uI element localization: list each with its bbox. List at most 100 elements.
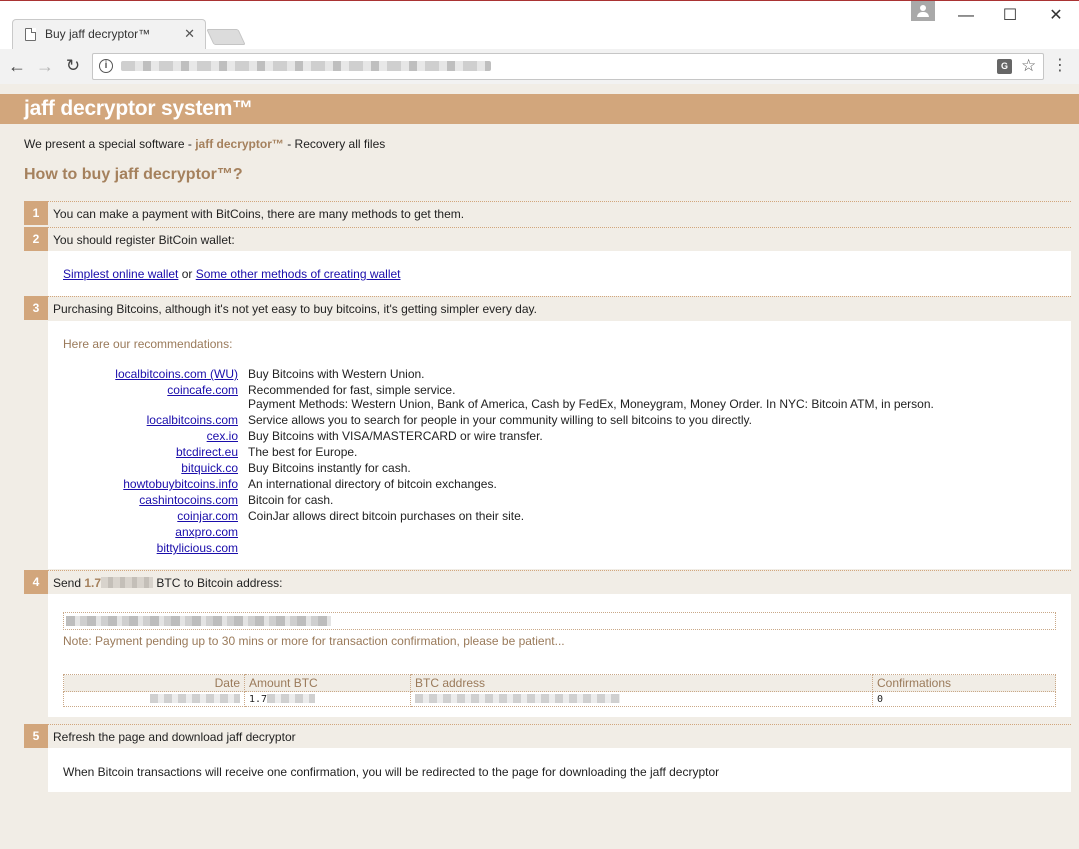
recommendation-item: bittylicious.com [48, 541, 1048, 557]
recommendation-extra: Payment Methods: Western Union, Bank of … [248, 397, 934, 411]
intro-text: We present a special software - jaff dec… [24, 137, 385, 151]
recommendation-item: localbitcoins.com (WU) Buy Bitcoins with… [48, 367, 1048, 383]
payment-box: Note: Payment pending up to 30 mins or m… [48, 594, 1071, 717]
browser-tab[interactable]: Buy jaff decryptor™ ✕ [12, 19, 206, 49]
wallet-or: or [178, 267, 196, 281]
final-box: When Bitcoin transactions will receive o… [48, 748, 1071, 792]
recommendation-item: bitquick.co Buy Bitcoins instantly for c… [48, 461, 1048, 477]
tab-title: Buy jaff decryptor™ [45, 27, 151, 41]
btc-amount: 1.7 [84, 576, 102, 590]
step-text: Purchasing Bitcoins, although it's not y… [53, 302, 537, 316]
section-heading: How to buy jaff decryptor™? [24, 166, 243, 183]
bookmark-star-icon[interactable]: ☆ [1021, 56, 1036, 76]
step-number: 1 [24, 201, 48, 225]
amount-cell: 1.7 [244, 691, 411, 707]
recommendation-item: coinjar.com CoinJar allows direct bitcoi… [48, 509, 1048, 525]
back-arrow-icon[interactable]: ← [6, 55, 28, 77]
step-text: You should register BitCoin wallet: [53, 233, 235, 247]
redacted-amount [101, 577, 154, 588]
column-header-amount: Amount BTC [244, 674, 411, 692]
recommendation-link[interactable]: anxpro.com [175, 525, 238, 539]
step-number: 3 [24, 296, 48, 320]
recommendation-desc: CoinJar allows direct bitcoin purchases … [248, 509, 525, 523]
step-number: 5 [24, 724, 48, 748]
wallet-links: Simplest online wallet or Some other met… [63, 267, 401, 281]
recommendation-item: howtobuybitcoins.info An international d… [48, 477, 1048, 493]
new-tab-button[interactable] [206, 29, 246, 45]
send-label: Send [53, 576, 85, 590]
recommendation-desc: Recommended for fast, simple service. [248, 383, 456, 397]
step-number: 4 [24, 570, 48, 594]
profile-icon[interactable] [911, 1, 935, 21]
payment-note: Note: Payment pending up to 30 mins or m… [63, 634, 565, 648]
minimize-button[interactable]: — [943, 5, 989, 27]
step-3: 3 Purchasing Bitcoins, although it's not… [24, 296, 1071, 320]
browser-chrome: Buy jaff decryptor™ ✕ — ☐ ✕ ← → ↻ i G ☆ … [0, 0, 1079, 85]
reload-icon[interactable]: ↻ [62, 55, 84, 77]
recommendation-link[interactable]: bitquick.co [181, 461, 238, 475]
step-4: 4 Send 1.7 BTC to Bitcoin address: [24, 570, 1071, 594]
menu-dots-icon[interactable]: ⋮ [1052, 56, 1068, 76]
redacted-address [415, 694, 620, 703]
recommendation-link[interactable]: coinjar.com [177, 509, 238, 523]
recommendation-desc: Buy Bitcoins with VISA/MASTERCARD or wir… [248, 429, 543, 443]
recommendation-link[interactable]: btcdirect.eu [176, 445, 238, 459]
step-text: Refresh the page and download jaff decry… [53, 730, 296, 744]
url-text-redacted [121, 61, 491, 71]
page-icon [25, 28, 36, 41]
close-window-button[interactable]: ✕ [1033, 5, 1079, 27]
step-number: 2 [24, 227, 48, 251]
page-title: jaff decryptor system™ [24, 97, 254, 120]
column-header-date: Date [63, 674, 245, 692]
step-text: Send 1.7 BTC to Bitcoin address: [53, 576, 282, 590]
redacted-amount [267, 694, 316, 703]
recommendation-link[interactable]: cex.io [207, 429, 238, 443]
recommendation-link[interactable]: localbitcoins.com (WU) [115, 367, 238, 381]
bitcoin-address-field[interactable] [63, 612, 1056, 630]
forward-arrow-icon[interactable]: → [34, 55, 56, 77]
info-icon[interactable]: i [99, 59, 113, 73]
close-tab-icon[interactable]: ✕ [184, 26, 195, 42]
simplest-wallet-link[interactable]: Simplest online wallet [63, 267, 178, 281]
step-2: 2 You should register BitCoin wallet: [24, 227, 1071, 251]
address-cell [410, 691, 873, 707]
recommendation-link[interactable]: howtobuybitcoins.info [123, 477, 238, 491]
intro-brand: jaff decryptor™ [195, 137, 284, 151]
recommendation-link[interactable]: bittylicious.com [157, 541, 238, 555]
recommendation-item: localbitcoins.com Service allows you to … [48, 413, 1048, 429]
column-header-address: BTC address [410, 674, 873, 692]
recommendations-list: localbitcoins.com (WU) Buy Bitcoins with… [48, 367, 1048, 557]
recommendation-desc: The best for Europe. [248, 445, 358, 459]
recommendation-desc: Bitcoin for cash. [248, 493, 334, 507]
redacted-address [66, 616, 331, 626]
recommendation-link[interactable]: localbitcoins.com [147, 413, 238, 427]
amount-value: 1.7 [249, 693, 268, 705]
translate-icon[interactable]: G [997, 59, 1012, 74]
browser-toolbar: ← → ↻ i G ☆ ⋮ [0, 49, 1079, 85]
step-1: 1 You can make a payment with BitCoins, … [24, 201, 1071, 225]
send-suffix: BTC to Bitcoin address: [153, 576, 283, 590]
page-content: jaff decryptor system™ We present a spec… [0, 84, 1079, 849]
wallet-box: Simplest online wallet or Some other met… [48, 251, 1071, 296]
recommendation-item: anxpro.com [48, 525, 1048, 541]
column-header-confirmations: Confirmations [872, 674, 1056, 692]
confirmations-cell: 0 [872, 691, 1056, 707]
step-text: You can make a payment with BitCoins, th… [53, 207, 465, 221]
intro-after: - Recovery all files [283, 137, 386, 151]
table-row: 1.7 0 [63, 691, 1056, 707]
recommendation-item: btcdirect.eu The best for Europe. [48, 445, 1048, 461]
intro-before: We present a special software - [24, 137, 196, 151]
address-bar[interactable]: i G ☆ [92, 53, 1044, 80]
maximize-button[interactable]: ☐ [987, 5, 1033, 27]
tab-strip: Buy jaff decryptor™ ✕ — ☐ ✕ [0, 1, 1079, 49]
recommendation-item: cex.io Buy Bitcoins with VISA/MASTERCARD… [48, 429, 1048, 445]
recommendation-link[interactable]: cashintocoins.com [139, 493, 238, 507]
recommendation-item: cashintocoins.com Bitcoin for cash. [48, 493, 1048, 509]
recommendation-desc: Service allows you to search for people … [248, 413, 752, 427]
other-wallet-methods-link[interactable]: Some other methods of creating wallet [196, 267, 401, 281]
recommendation-link[interactable]: coincafe.com [167, 383, 238, 397]
recommendations-box: Here are our recommendations: localbitco… [48, 321, 1071, 569]
recommendation-desc: An international directory of bitcoin ex… [248, 477, 497, 491]
recommendations-label: Here are our recommendations: [63, 337, 233, 351]
header-banner: jaff decryptor system™ [0, 94, 1079, 124]
